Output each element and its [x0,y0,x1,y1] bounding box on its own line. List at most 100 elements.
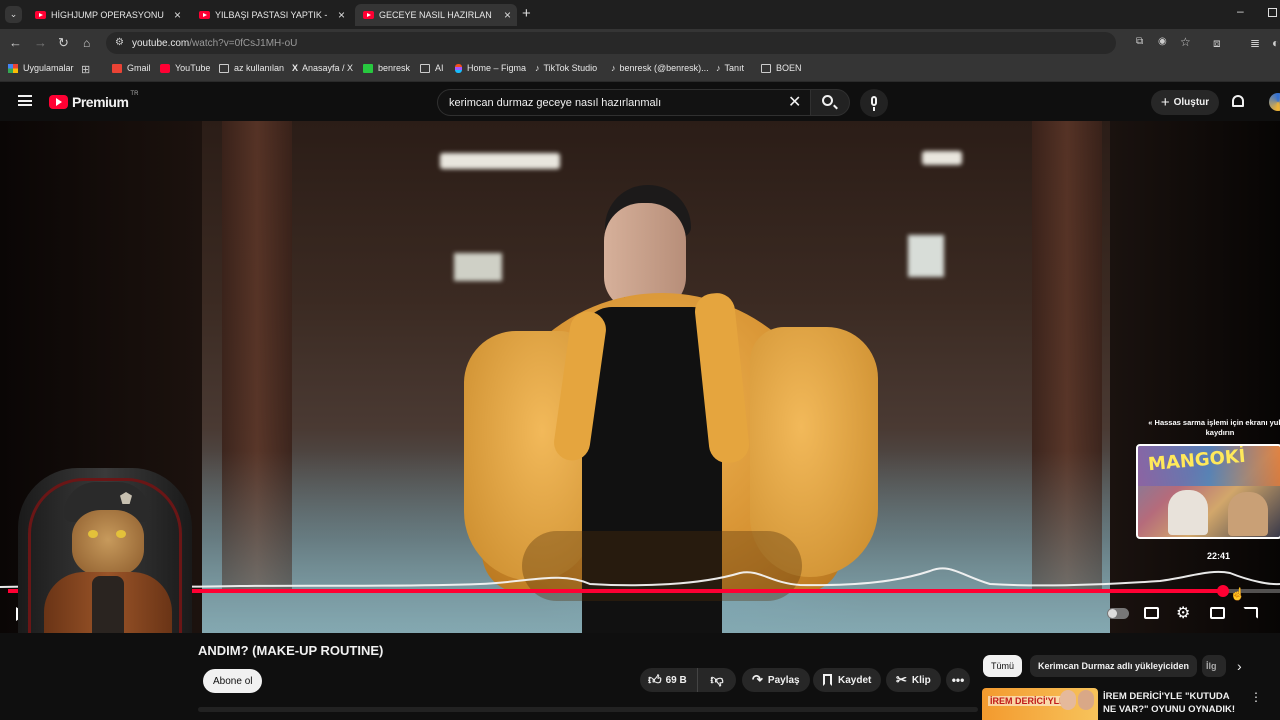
bookmark-icon [823,674,832,686]
new-tab-icon[interactable]: + [522,5,531,22]
create-label: Oluştur [1173,97,1210,108]
bookmark-folder-boen[interactable]: BOEN [761,63,802,73]
voice-search-button[interactable] [860,89,888,117]
chevron-up-icon: « [1148,418,1153,427]
bookmark-tiktok-benresk[interactable]: ♪ benresk (@benresk)... [611,63,709,73]
clear-search-icon[interactable]: ✕ [788,92,801,112]
settings-gear-icon[interactable]: ⚙ [1176,603,1190,623]
browser-toolbar: ← → ↻ ⌂ ⚙ youtube.com/watch?v=0fCsJ1MH-o… [0,29,1280,57]
bookmark-folder-ai[interactable]: AI [420,63,444,73]
close-tab-icon[interactable]: × [338,8,345,22]
bookmark-youtube[interactable]: YouTube [160,63,210,73]
like-count: 69 B [665,674,687,686]
chip-from-uploader[interactable]: Kerimcan Durmaz adlı yükleyiciden [1030,655,1198,677]
search-button[interactable] [810,89,850,116]
tiktok-icon: ♪ [716,63,721,73]
logo-text: Premium [72,94,129,110]
browser-tab-1[interactable]: HİGHJUMP OPERASYONU - Ar × [27,4,187,26]
tracking-blocked-eye-icon[interactable]: ◉ [1158,36,1167,47]
maximize-window-icon[interactable] [1268,8,1277,17]
progress-scrubber-handle[interactable] [1216,585,1229,597]
save-button[interactable]: Kaydet [813,668,882,692]
bookmark-benresk[interactable]: benresk [363,63,410,73]
gmail-icon [112,63,122,73]
reading-list-icon[interactable]: ≣ [1250,35,1260,51]
bookmark-star-icon[interactable]: ☆ [1180,35,1191,49]
folder-icon [219,63,229,73]
notifications-bell-icon[interactable] [1232,95,1244,107]
thumbs-down-icon: 👎︎ [710,672,724,687]
more-vertical-icon[interactable]: ⋮ [1250,690,1262,704]
chip-all[interactable]: Tümü [983,655,1023,677]
chip-related[interactable]: İlg [1202,655,1226,677]
browser-tab-strip: ⌄ HİGHJUMP OPERASYONU - Ar × YILBAŞI PAS… [0,0,1280,29]
address-bar[interactable]: ⚙ youtube.com/watch?v=0fCsJ1MH-oU ⧉ ◉ ☆ [106,32,1191,54]
dislike-button[interactable]: 👎︎ [698,668,736,692]
subscribe-button[interactable]: Abone ol [203,669,263,693]
bookmark-x[interactable]: X Anasayfa / X [292,63,353,73]
create-button[interactable]: + Oluştur [1151,90,1219,115]
bookmark-label: Uygulamalar [23,63,74,73]
video-title: ANDIM? (MAKE-UP ROUTINE) [198,643,384,658]
more-horizontal-icon: ••• [951,673,965,687]
share-arrow-icon: ↷ [752,672,763,687]
bookmark-label: Gmail [127,63,151,73]
like-button[interactable]: 👍︎ 69 B [640,668,698,692]
bookmark-tiktok-studio[interactable]: ♪ TikTok Studio [535,63,597,73]
forward-arrow-icon[interactable]: → [34,35,47,51]
autoplay-toggle[interactable] [1107,608,1129,619]
browser-tab-title: YILBAŞI PASTASI YAPTIK - YouT [215,10,328,20]
youtube-icon [160,63,170,73]
subtitles-icon[interactable] [1144,607,1159,619]
close-tab-icon[interactable]: × [504,8,511,22]
share-button[interactable]: ↷ Paylaş [742,668,810,692]
grid-icon[interactable]: ⊞ [81,63,90,76]
minimize-window-icon[interactable]: – [1237,4,1244,18]
mouse-cursor-icon: ☝ [1230,587,1245,601]
benresk-icon [363,63,373,73]
cat-eye-left [88,530,98,538]
bookmark-figma[interactable]: Home – Figma [455,63,526,73]
bookmark-folder-az-kullanilan[interactable]: az kullanılan [219,63,284,73]
chevron-right-icon[interactable]: › [1237,658,1242,674]
extensions-puzzle-icon[interactable]: ⧈ [1213,35,1221,51]
bookmark-label: az kullanılan [234,63,285,73]
bookmark-label: AI [435,63,444,73]
avatar[interactable] [1269,93,1280,111]
profile-icon[interactable]: ◐ [1272,35,1279,51]
cast-icon[interactable] [1243,607,1258,619]
home-icon[interactable]: ⌂ [83,35,90,51]
window-light [922,151,962,165]
bookmark-label: YouTube [175,63,211,73]
search-input[interactable]: kerimcan durmaz geceye nasıl hazırlanmal… [437,89,811,116]
autoplay-toggle-knob [1108,609,1117,618]
tab-search-button[interactable]: ⌄ [5,6,22,23]
bookmarks-bar: Uygulamalar ⊞ Gmail YouTube az kullanıla… [0,57,1280,82]
miniplayer-icon[interactable] [1210,607,1225,619]
related-video-thumbnail[interactable]: İREM DERİCİ'YLE [982,688,1098,720]
window-light [908,235,944,277]
cat-face [72,510,144,576]
install-app-icon[interactable]: ⧉ [1136,36,1143,47]
related-video-title[interactable]: İREM DERİCİ'YLE "KUTUDA NE VAR?" OYUNU O… [1103,690,1243,720]
plus-icon: + [1160,94,1170,111]
tiktok-icon: ♪ [535,63,540,73]
bookmark-apps[interactable]: Uygulamalar [8,63,74,73]
back-arrow-icon[interactable]: ← [9,35,22,51]
bookmark-tanit[interactable]: ♪ Tanıt [716,63,744,73]
figma-icon [455,63,462,73]
youtube-premium-logo[interactable]: Premium TR [49,91,139,110]
url-host: youtube.com [132,37,190,49]
clip-button[interactable]: ✂ Klip [886,668,941,692]
reload-icon[interactable]: ↻ [58,35,69,51]
browser-tab-3-active[interactable]: GECEYE NASIL HAZIRLANDIM? × [355,4,517,26]
seek-hint-text: « Hassas sarma işlemi için ekranı yukarı… [1148,418,1280,437]
hamburger-menu-icon[interactable] [18,95,32,106]
bookmark-label: Tanıt [724,63,745,73]
browser-tab-2[interactable]: YILBAŞI PASTASI YAPTIK - YouT × [191,4,351,26]
site-info-icon[interactable]: ⚙ [115,37,124,48]
bookmark-gmail[interactable]: Gmail [112,63,151,73]
logo-country-badge: TR [130,91,139,97]
more-actions-button[interactable]: ••• [946,668,970,692]
close-tab-icon[interactable]: × [174,8,181,22]
